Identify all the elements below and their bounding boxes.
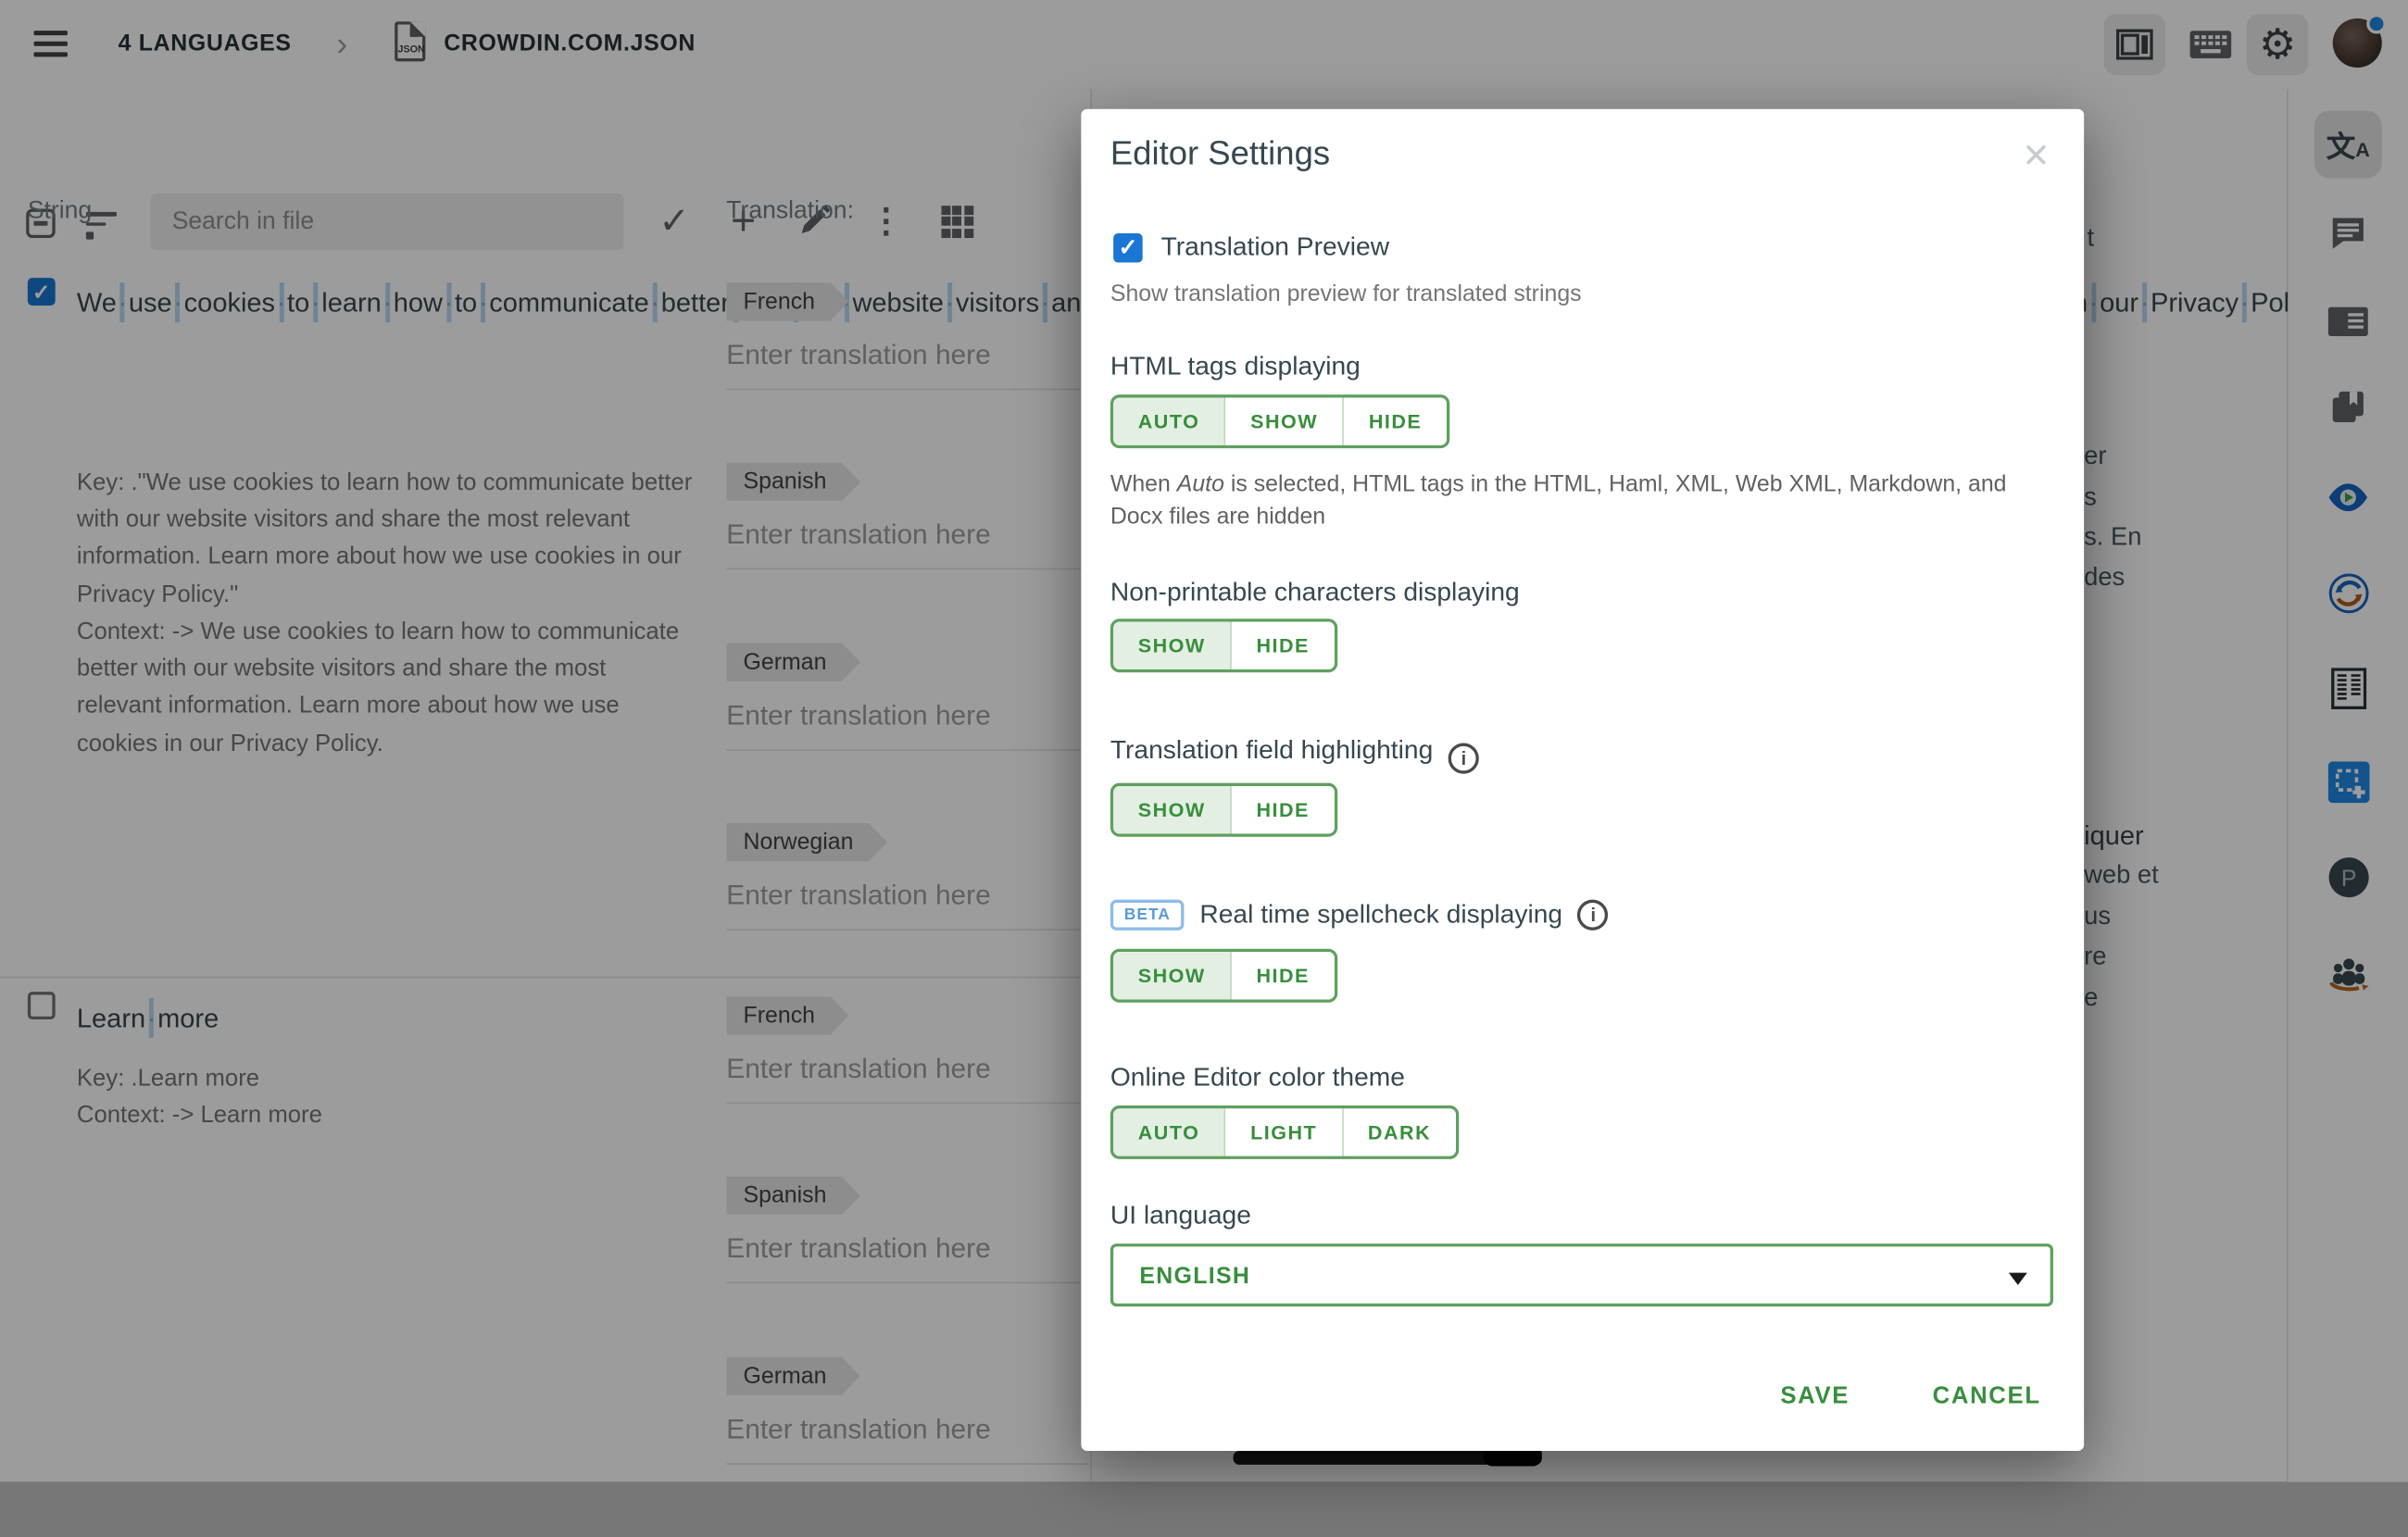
html-tags-segmented: AUTO SHOW HIDE [1110,394,1449,448]
spellcheck-heading: Real time spellcheck displaying [1199,900,1562,931]
spellcheck-show-button[interactable]: SHOW [1113,952,1232,999]
info-icon[interactable]: i [1578,900,1609,931]
html-tags-show-button[interactable]: SHOW [1226,397,1345,444]
field-highlighting-hide-button[interactable]: HIDE [1232,786,1335,833]
html-tags-heading: HTML tags displaying [1110,352,1361,382]
translation-preview-desc: Show translation preview for translated … [1110,281,1582,306]
non-printable-heading: Non-printable characters displaying [1110,577,1520,607]
spellcheck-heading-row: BETA Real time spellcheck displaying i [1110,900,1609,931]
html-tags-help: When Auto is selected, HTML tags in the … [1110,469,2025,533]
field-highlighting-segmented: SHOW HIDE [1110,783,1337,837]
html-tags-auto-button[interactable]: AUTO [1113,397,1225,444]
color-theme-segmented: AUTO LIGHT DARK [1110,1106,1459,1159]
cancel-button[interactable]: CANCEL [1911,1371,2062,1423]
close-icon[interactable]: ✕ [2022,137,2051,177]
color-theme-heading: Online Editor color theme [1110,1062,1405,1093]
html-tags-hide-button[interactable]: HIDE [1344,397,1447,444]
non-printable-show-button[interactable]: SHOW [1113,622,1232,669]
ui-language-select[interactable]: ENGLISH [1110,1243,2053,1306]
screen: 4 LANGUAGES › JSON CROWDIN.COM.JSON ⚙ [0,0,2408,1481]
modal-title: Editor Settings [1110,133,1330,173]
color-theme-auto-button[interactable]: AUTO [1113,1108,1225,1156]
non-printable-segmented: SHOW HIDE [1110,619,1337,672]
ui-language-label: UI language [1110,1201,1251,1231]
color-theme-dark-button[interactable]: DARK [1343,1108,1455,1156]
spellcheck-hide-button[interactable]: HIDE [1232,952,1335,999]
translation-preview-label: Translation Preview [1161,231,1389,262]
non-printable-hide-button[interactable]: HIDE [1232,622,1335,669]
field-highlighting-show-button[interactable]: SHOW [1113,786,1232,833]
translation-preview-checkbox[interactable]: ✓ [1113,232,1143,262]
field-highlighting-heading: Translation field highlightingi [1110,735,1479,773]
beta-badge: BETA [1110,900,1185,931]
color-theme-light-button[interactable]: LIGHT [1226,1108,1344,1156]
save-button[interactable]: SAVE [1759,1371,1871,1423]
editor-settings-modal: Editor Settings ✕ ✓ Translation Preview … [1081,109,2084,1451]
caret-down-icon [2009,1273,2027,1285]
info-icon[interactable]: i [1449,744,1479,774]
spellcheck-segmented: SHOW HIDE [1110,949,1337,1003]
ui-language-value: ENGLISH [1139,1264,1250,1290]
